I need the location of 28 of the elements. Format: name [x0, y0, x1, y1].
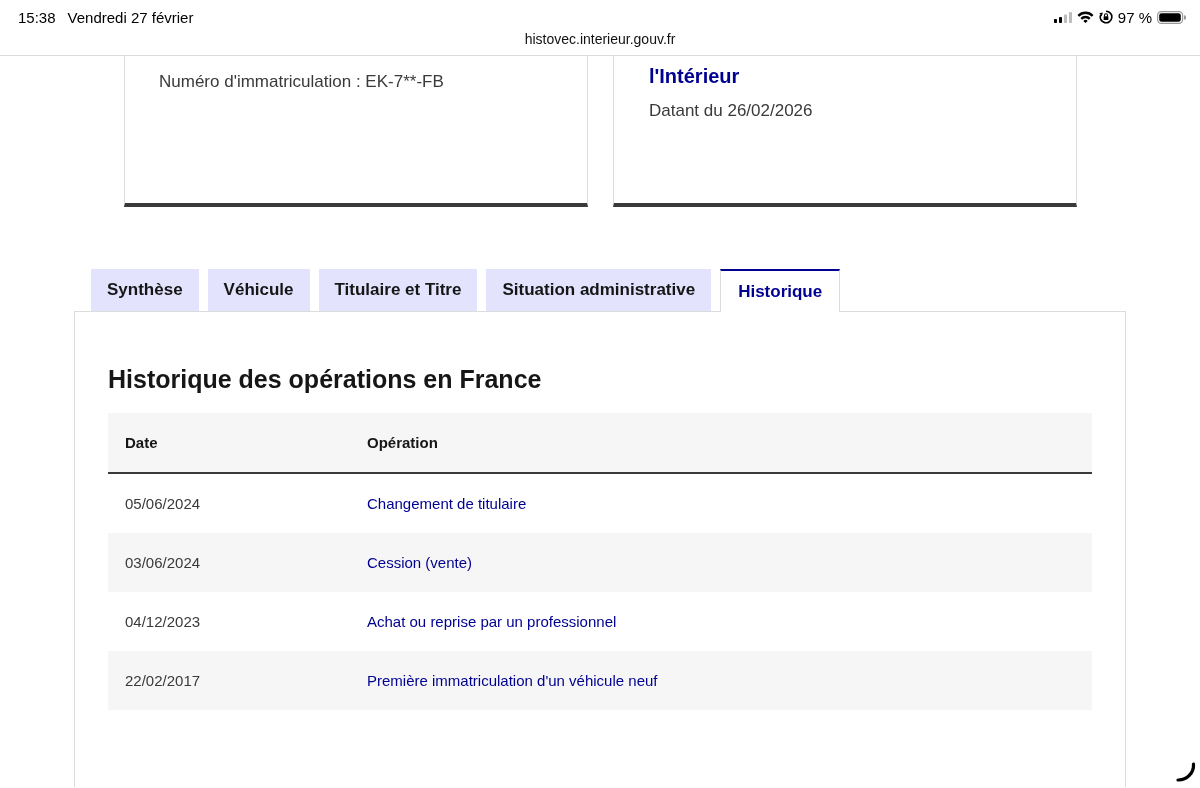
tab[interactable]: Véhicule — [207, 269, 310, 311]
table-cell: 05/06/2024 — [108, 473, 350, 533]
tab[interactable]: Titulaire et Titre — [318, 269, 478, 311]
operation-link[interactable]: Achat ou reprise par un professionnel — [367, 613, 617, 630]
battery-percent: 97 % — [1117, 8, 1152, 26]
status-time: 15:38 — [18, 8, 56, 26]
status-date: Vendredi 27 février — [67, 8, 194, 26]
corner-arc-icon — [1176, 762, 1196, 782]
operation-link[interactable]: Cession (vente) — [367, 554, 473, 571]
tab[interactable]: Synthèse — [91, 269, 199, 311]
column-header: Date — [108, 413, 350, 473]
card-text: Datant du 26/02/2026 — [649, 100, 814, 122]
table-cell: 22/02/2017 — [108, 651, 350, 710]
card-text: Numéro d'immatriculation : EK-7**-FB — [159, 71, 445, 93]
tab[interactable]: Historique — [720, 269, 841, 312]
column-header: Opération — [350, 413, 1092, 473]
signal-icon — [1053, 11, 1072, 23]
table-cell: 03/06/2024 — [108, 533, 350, 592]
table-cell: 04/12/2023 — [108, 592, 350, 651]
url-text[interactable]: histovec.interieur.gouv.fr — [524, 31, 676, 47]
operation-link[interactable]: Première immatriculation d'un véhicule neuf — [367, 672, 658, 689]
card-title: l'Intérieur — [649, 64, 741, 88]
tab[interactable]: Situation administrative — [486, 269, 712, 311]
wifi-icon — [1076, 11, 1094, 23]
operation-link[interactable]: Changement de titulaire — [367, 495, 527, 512]
rotation-lock-icon — [1098, 10, 1113, 24]
battery-icon — [1157, 10, 1186, 24]
section-heading: Historique des opérations en France — [108, 364, 543, 394]
